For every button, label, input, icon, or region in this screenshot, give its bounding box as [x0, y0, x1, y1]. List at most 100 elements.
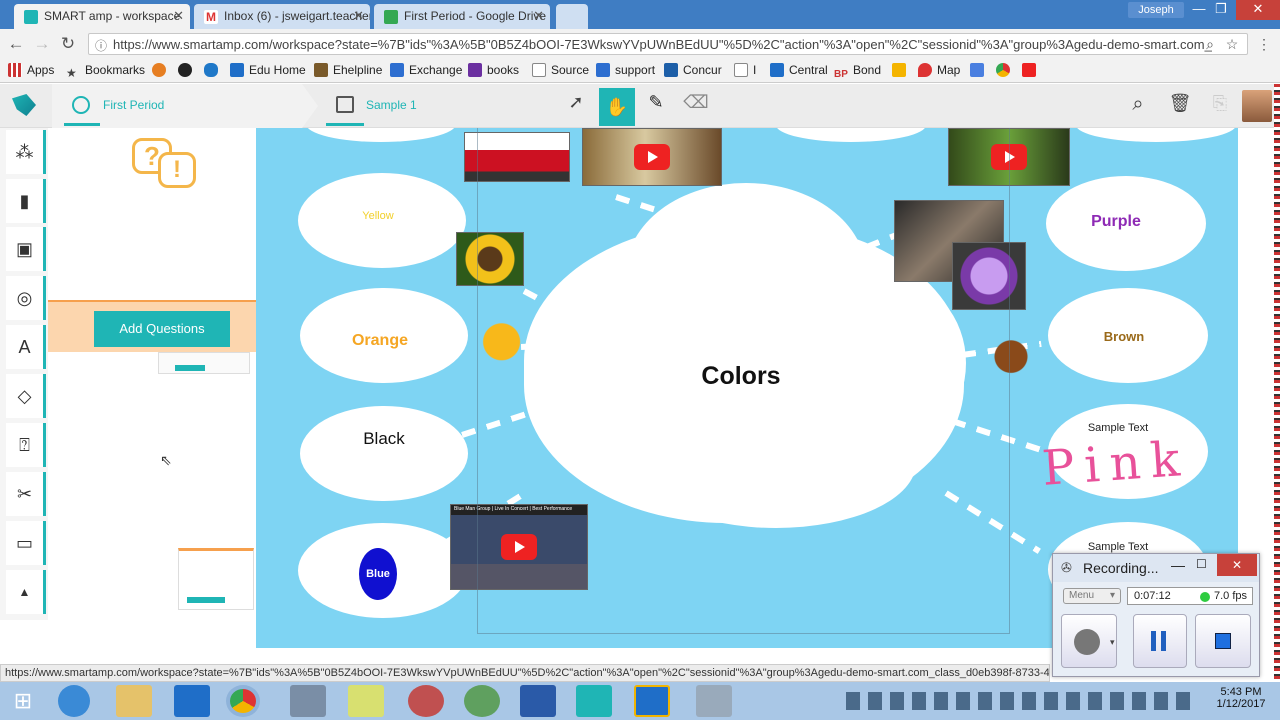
bookmark-ehelpline[interactable]: Ehelpline [314, 63, 382, 77]
thumbnail-button [175, 365, 205, 371]
bookmark-edu-home[interactable]: Edu Home [230, 63, 306, 77]
label-purple: Purple [1091, 213, 1141, 230]
bookmark-bookmarks[interactable]: ★ Bookmarks [66, 63, 145, 80]
bookmark-drive[interactable] [892, 63, 911, 77]
system-tray-icons[interactable] [846, 692, 1198, 710]
notes-icon[interactable] [348, 685, 384, 717]
stop-button[interactable] [1195, 614, 1251, 668]
label-blue: Blue [359, 548, 397, 600]
smart-notebook-icon[interactable] [576, 685, 612, 717]
profile-name[interactable]: Joseph [1128, 2, 1184, 18]
user-avatar[interactable] [1242, 90, 1272, 122]
bookmark-play[interactable] [152, 63, 171, 77]
maximize-icon[interactable]: ❐ [1206, 0, 1236, 20]
groups-icon[interactable]: ⁂ [6, 130, 46, 174]
question-thumbnail[interactable] [158, 352, 250, 374]
workspace-underline [326, 123, 364, 126]
tab-google-drive[interactable]: First Period - Google Drive ✕ [374, 4, 550, 29]
globe-icon[interactable]: ◎ [6, 276, 46, 320]
address-bar[interactable]: ⓘ https://www.smartamp.com/workspace?sta… [88, 33, 1248, 55]
bookmark-cloud[interactable] [204, 63, 223, 77]
calculator-icon[interactable] [290, 685, 326, 717]
trash-icon[interactable]: 🗑 [1166, 93, 1194, 121]
chrome-taskbar-icon[interactable] [226, 685, 260, 717]
select-pointer-tool-icon[interactable]: ➚ [560, 92, 592, 122]
record-button[interactable]: ▾ [1061, 614, 1117, 668]
question-thumbnail[interactable] [178, 548, 254, 610]
bookmark-source[interactable]: Source [532, 63, 589, 77]
tab-label: Inbox (6) - jsweigart.teacher [224, 9, 370, 23]
pause-button[interactable] [1133, 614, 1187, 668]
outlook-active-icon[interactable] [634, 685, 670, 717]
maximize-icon[interactable]: ☐ [1196, 557, 1207, 571]
eraser-tool-icon[interactable]: ⌫ [680, 92, 712, 122]
reload-icon[interactable]: ↻ [58, 34, 78, 54]
bookmark-star-icon[interactable]: ☆ [1222, 34, 1242, 54]
clock[interactable]: 5:43 PM 1/12/2017 [1208, 686, 1274, 710]
bookmark-central[interactable]: Central [770, 63, 828, 77]
close-recorder-icon[interactable]: ✕ [1217, 554, 1257, 576]
bookmark-page[interactable]: I [734, 63, 756, 77]
bookmark-docs[interactable] [970, 63, 989, 77]
word-icon[interactable] [520, 685, 556, 717]
recorder-menu[interactable]: Menu ▾ [1063, 588, 1121, 604]
snipping-tool-icon[interactable] [408, 685, 444, 717]
paperclip-icon[interactable]: ✂ [6, 472, 46, 516]
bookmark-concur[interactable]: Concur [664, 63, 722, 77]
close-window-icon[interactable]: ✕ [1236, 0, 1280, 20]
minimize-icon[interactable]: — [1171, 557, 1185, 573]
ehelpline-icon [314, 63, 328, 77]
recording-window[interactable]: ✇ Recording... — ☐ ✕ Menu ▾ 0:07:12 7.0 f… [1052, 553, 1260, 677]
tab-smart-amp[interactable]: SMART amp - workspace ✕ [14, 4, 190, 29]
tab-label: SMART amp - workspace [44, 9, 181, 23]
bookmark-apps[interactable]: Apps [8, 63, 54, 77]
breadcrumb-class[interactable]: First Period [52, 84, 318, 128]
cloud-top-left[interactable] [306, 128, 456, 142]
cloud-black[interactable] [300, 406, 468, 501]
file-explorer-icon[interactable] [116, 685, 152, 717]
zoom-icon[interactable]: ⌕ [1200, 34, 1220, 54]
document-icon[interactable]: ▮ [6, 179, 46, 223]
paste-icon[interactable]: ⎘ [1206, 93, 1234, 121]
workspace-name[interactable]: Sample 1 [366, 98, 417, 112]
search-icon[interactable]: ⌕ [1124, 93, 1152, 121]
recorder-taskbar-icon[interactable] [696, 685, 732, 717]
shapes-icon[interactable]: ◇ [6, 374, 46, 418]
close-tab-icon[interactable]: ✕ [533, 8, 544, 24]
bookmark-gc[interactable] [178, 63, 197, 77]
windows-start-icon[interactable]: ⊞ [6, 685, 40, 717]
outlook-icon[interactable] [174, 685, 210, 717]
close-tab-icon[interactable]: ✕ [353, 8, 364, 24]
label-brown: Brown [1103, 329, 1145, 344]
hand-pan-tool-icon[interactable]: ✋ [599, 88, 635, 126]
comment-icon[interactable]: ▭ [6, 521, 46, 565]
bookmark-bond[interactable]: BP Bond [834, 63, 881, 83]
bookmark-chrome[interactable] [996, 63, 1015, 77]
workspace-icon [336, 96, 354, 113]
record-dropdown-icon[interactable]: ▾ [1110, 637, 1115, 648]
add-questions-button[interactable]: Add Questions [94, 311, 230, 347]
pen-tool-icon[interactable]: ✎ [640, 92, 672, 122]
close-tab-icon[interactable]: ✕ [173, 8, 184, 24]
recorder-status: 0:07:12 7.0 fps [1127, 587, 1253, 605]
bookmark-books[interactable]: books [468, 63, 519, 77]
image-icon[interactable]: ▣ [6, 227, 46, 271]
cloud-top-right[interactable] [1076, 128, 1236, 142]
smart-amp-logo-icon[interactable] [12, 94, 36, 116]
forward-icon[interactable]: → [32, 34, 52, 54]
bookmark-support[interactable]: support [596, 63, 655, 77]
new-tab-button[interactable] [556, 4, 588, 29]
info-icon[interactable]: ⓘ [95, 37, 107, 54]
tab-gmail[interactable]: M Inbox (6) - jsweigart.teacher ✕ [194, 4, 370, 29]
app-icon[interactable] [464, 685, 500, 717]
text-icon[interactable]: A [6, 325, 46, 369]
back-icon[interactable]: ← [6, 34, 26, 54]
bookmark-youtube[interactable] [1022, 63, 1041, 77]
bookmark-map[interactable]: Map [918, 63, 960, 77]
collapse-up-icon[interactable]: ▲ [6, 570, 46, 614]
bookmark-exchange[interactable]: Exchange [390, 63, 462, 77]
internet-explorer-icon[interactable] [58, 685, 90, 717]
screen-edge-artifact [1274, 84, 1280, 682]
chrome-menu-icon[interactable]: ⋮ [1254, 34, 1274, 54]
questions-icon[interactable]: ⍰ [6, 423, 46, 467]
